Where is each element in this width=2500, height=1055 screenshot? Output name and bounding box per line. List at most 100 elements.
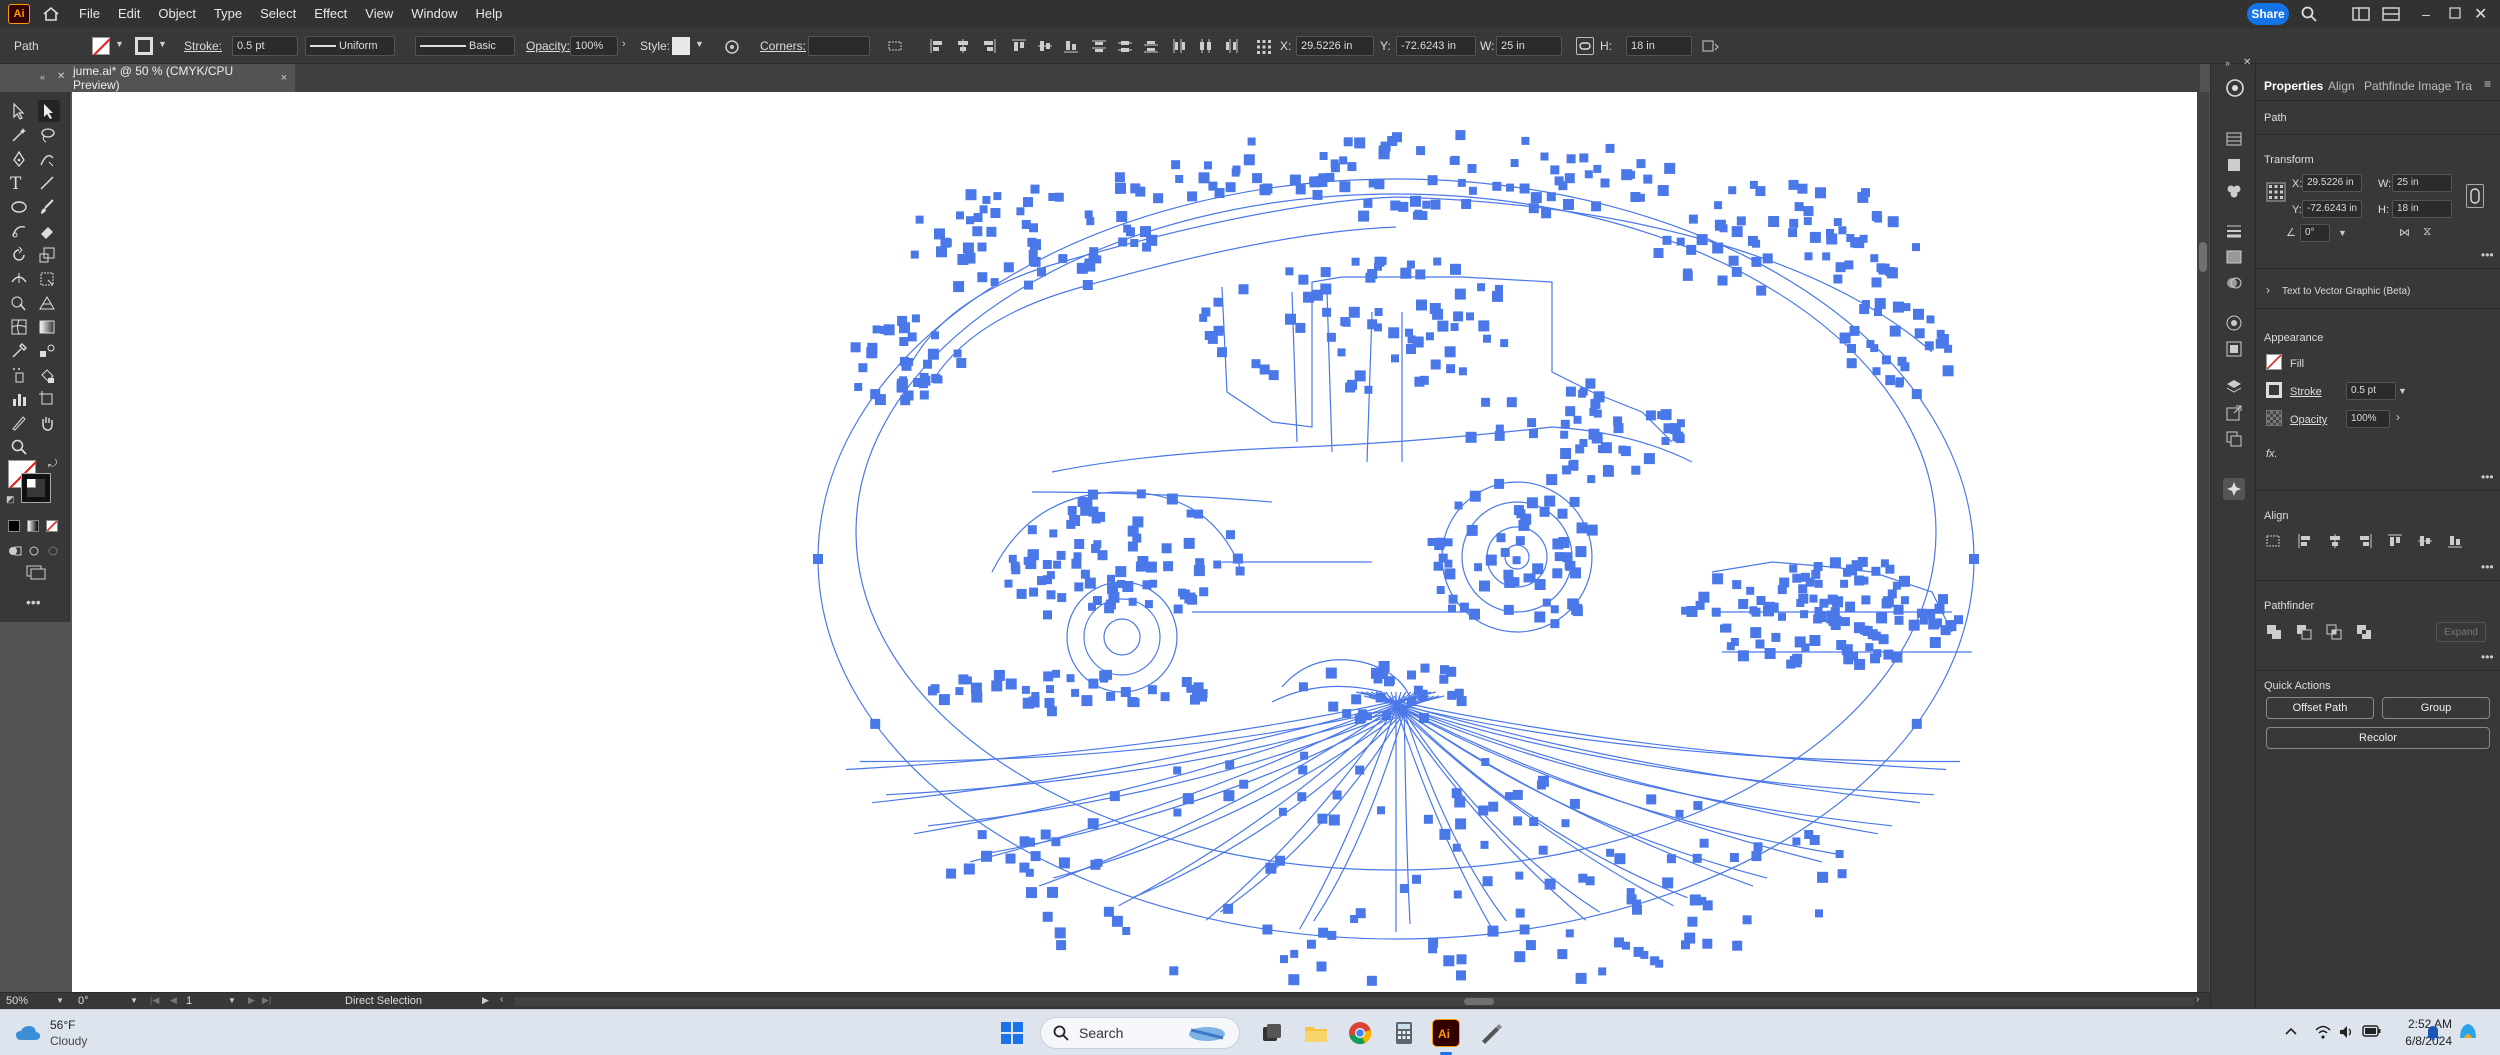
anchor-point[interactable] [1443,955,1455,967]
anchor-point[interactable] [1213,560,1222,569]
anchor-point[interactable] [1232,553,1243,564]
more-options-icon[interactable]: ••• [2481,470,2494,484]
type-tool-icon[interactable]: T [10,174,32,196]
close-window-icon[interactable]: ✕ [2474,4,2487,24]
anchor-point[interactable] [1779,577,1790,588]
anchor-point[interactable] [1643,453,1655,465]
anchor-point[interactable] [1914,328,1925,339]
panel-menu-icon[interactable]: ≡ [2484,77,2491,91]
anchor-point[interactable] [1586,524,1598,536]
anchor-point[interactable] [1416,146,1426,156]
anchor-point[interactable] [1319,152,1328,160]
anchor-point[interactable] [1238,284,1249,295]
anchor-point[interactable] [1561,819,1570,828]
anchor-point[interactable] [1913,308,1924,320]
anchor-point[interactable] [1469,490,1481,502]
anchor-point[interactable] [1512,789,1523,800]
anchor-point[interactable] [1024,280,1033,290]
pen-app-icon[interactable] [1476,1019,1504,1047]
anchor-point[interactable] [880,326,889,334]
anchor-point[interactable] [946,868,957,879]
anchor-point[interactable] [1455,130,1466,141]
anchor-point[interactable] [1461,199,1472,209]
shaper-tool-icon[interactable] [10,222,32,244]
wifi-icon[interactable] [2314,1023,2332,1041]
furrow-path[interactable] [1205,691,1407,921]
chevron-down-icon[interactable]: ▼ [695,39,704,49]
anchor-point[interactable] [1712,242,1724,254]
anchor-point[interactable] [1190,694,1200,705]
anchor-point[interactable] [1456,954,1467,965]
anchor-point[interactable] [1345,382,1356,393]
anchor-point[interactable] [1814,579,1823,588]
anchor-point[interactable] [1526,497,1538,509]
anchor-point[interactable] [1217,347,1227,358]
anchor-point[interactable] [1836,640,1847,650]
anchor-point[interactable] [1374,323,1382,332]
anchor-point[interactable] [1040,829,1051,840]
anchor-point[interactable] [1392,132,1402,143]
anchor-point[interactable] [1430,199,1441,210]
anchor-point[interactable] [1541,208,1552,219]
chevron-down-icon[interactable]: ▼ [115,39,124,49]
anchor-point[interactable] [1661,437,1670,445]
taskbar-time[interactable]: 2:52 AM [2390,1017,2452,1031]
anchor-point[interactable] [1558,181,1568,191]
anchor-point[interactable] [1804,252,1813,261]
anchor-point[interactable] [1003,262,1014,273]
anchor-point[interactable] [1925,608,1936,619]
anchor-point[interactable] [1419,713,1429,724]
recolor-button[interactable]: Recolor [2266,727,2490,749]
anchor-point[interactable] [972,226,983,237]
mesh-tool-icon[interactable] [10,318,32,340]
anchor-point[interactable] [1603,464,1613,474]
anchor-point[interactable] [1944,344,1953,353]
anchor-point[interactable] [1702,900,1713,911]
anchor-point[interactable] [1791,657,1802,668]
anchor-point[interactable] [1450,323,1459,331]
anchor-point[interactable] [1752,239,1761,248]
anchor-point[interactable] [1367,269,1378,279]
anchor-point[interactable] [1048,193,1057,201]
anchor-point[interactable] [1194,509,1203,519]
zoom-level-field[interactable]: 50% [6,995,28,1007]
anchor-point[interactable] [1860,576,1869,585]
anchor-point[interactable] [1845,566,1854,575]
anchor-point[interactable] [1565,406,1576,417]
chevron-right-icon[interactable]: › [622,38,626,50]
anchor-point[interactable] [1683,268,1693,278]
anchor-point[interactable] [1295,322,1306,333]
scroll-left-icon[interactable]: ‹ [500,994,503,1005]
anchor-point[interactable] [915,215,924,224]
anchor-point[interactable] [1378,256,1387,265]
eraser-tool-icon[interactable] [38,222,60,244]
anchor-point[interactable] [1598,967,1607,976]
anchor-point[interactable] [1089,247,1099,257]
anchor-point[interactable] [1578,873,1588,883]
anchor-point[interactable] [1342,709,1352,719]
anchor-point[interactable] [1042,911,1053,922]
stroke-swatch-icon[interactable] [2266,382,2282,398]
anchor-point[interactable] [1278,807,1287,816]
anchor-point[interactable] [1569,459,1579,469]
anchor-point[interactable] [1422,200,1431,209]
anchor-point[interactable] [1412,874,1421,884]
unite-icon[interactable] [2266,624,2282,640]
anchor-point[interactable] [1719,224,1728,233]
lasso-tool-icon[interactable] [38,126,60,148]
anchor-point[interactable] [1326,332,1336,342]
anchor-point[interactable] [1054,927,1066,939]
anchor-point[interactable] [1945,620,1957,632]
anchor-point[interactable] [1104,603,1115,614]
anchor-point[interactable] [899,376,908,385]
offset-path-button[interactable]: Offset Path [2266,697,2374,719]
anchor-point[interactable] [1084,258,1093,267]
anchor-point[interactable] [933,375,942,384]
anchor-point[interactable] [1789,218,1799,228]
anchor-point[interactable] [1414,376,1425,387]
anchor-point[interactable] [1645,410,1656,421]
scale-tool-icon[interactable] [38,246,60,268]
menu-object[interactable]: Object [149,0,205,28]
anchor-point[interactable] [1552,568,1563,579]
anchor-point[interactable] [986,226,997,237]
